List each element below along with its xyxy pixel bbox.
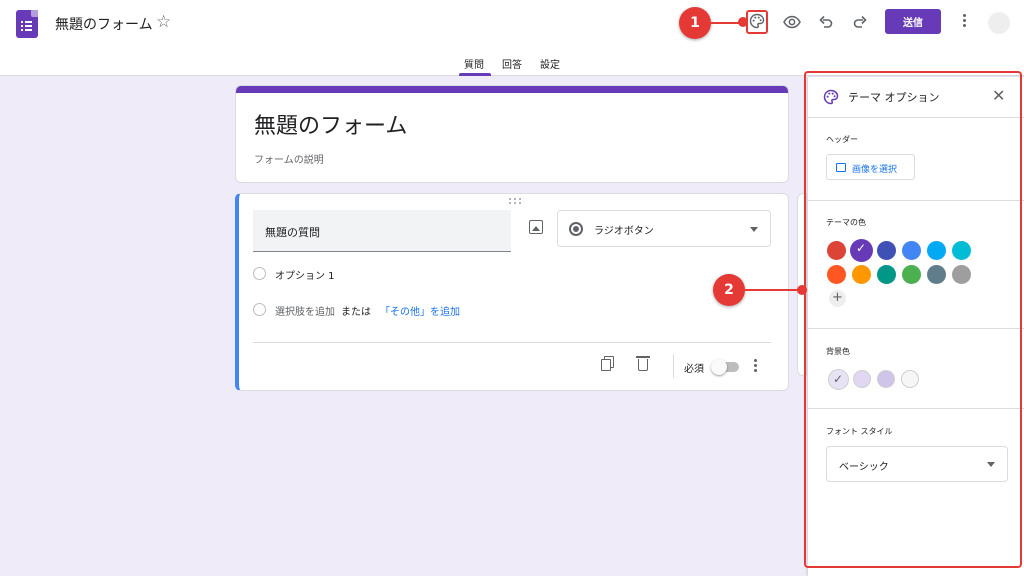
title-card-band	[236, 86, 788, 93]
undo-icon[interactable]	[819, 14, 833, 28]
annotation-dot-1	[738, 17, 748, 27]
annotation-marker-1: 1	[679, 7, 711, 39]
document-title[interactable]: 無題のフォーム	[55, 14, 153, 34]
question-title-input[interactable]: 無題の質問	[253, 210, 511, 252]
question-more-icon[interactable]	[752, 358, 758, 374]
annotation-line-2	[745, 289, 800, 291]
form-title[interactable]: 無題のフォーム	[254, 108, 407, 140]
add-option-link[interactable]: 選択肢を追加	[275, 303, 335, 318]
question-type-label: ラジオボタン	[594, 226, 654, 237]
radio-button-icon	[569, 222, 583, 236]
more-options-icon[interactable]	[957, 12, 971, 32]
question-footer-divider	[253, 342, 771, 343]
theme-panel-highlight-box	[804, 71, 1022, 568]
footer-vertical-divider	[673, 354, 674, 378]
add-option-radio	[253, 303, 266, 316]
annotation-marker-2: 2	[713, 274, 745, 306]
forms-logo-icon[interactable]	[16, 10, 38, 38]
send-button[interactable]: 送信	[885, 9, 941, 34]
add-image-icon[interactable]	[529, 220, 543, 234]
or-text: または	[341, 307, 371, 318]
tab-settings[interactable]: 設定	[540, 56, 560, 71]
tab-questions[interactable]: 質問	[464, 56, 484, 71]
form-description-field[interactable]: フォームの説明	[254, 151, 324, 166]
question-card[interactable]: 無題の質問 ラジオボタン オプション 1 選択肢を追加 または 「その他」を追加…	[235, 193, 789, 391]
question-type-select[interactable]: ラジオボタン	[557, 210, 771, 247]
preview-eye-icon[interactable]	[783, 14, 801, 29]
palette-highlight-box	[746, 10, 768, 34]
trash-icon-lid	[636, 356, 650, 358]
option-1-label[interactable]: オプション 1	[275, 267, 335, 282]
active-tab-indicator	[459, 73, 491, 76]
chevron-down-icon	[750, 227, 758, 232]
star-icon[interactable]: ☆	[156, 12, 171, 32]
add-other-link[interactable]: 「その他」を追加	[380, 303, 460, 318]
duplicate-icon[interactable]	[601, 359, 611, 371]
top-bar: 無題のフォーム ☆ 送信	[0, 0, 1024, 48]
form-title-card: 無題のフォーム フォームの説明	[235, 85, 789, 183]
annotation-line-1	[711, 22, 741, 24]
redo-icon[interactable]	[853, 14, 867, 28]
drag-handle-icon[interactable]	[509, 198, 525, 206]
trash-icon[interactable]	[638, 359, 648, 371]
avatar[interactable]	[988, 12, 1010, 34]
tab-responses[interactable]: 回答	[502, 56, 522, 71]
required-label: 必須	[684, 364, 704, 375]
required-toggle[interactable]	[711, 359, 739, 375]
option-radio	[253, 267, 266, 280]
